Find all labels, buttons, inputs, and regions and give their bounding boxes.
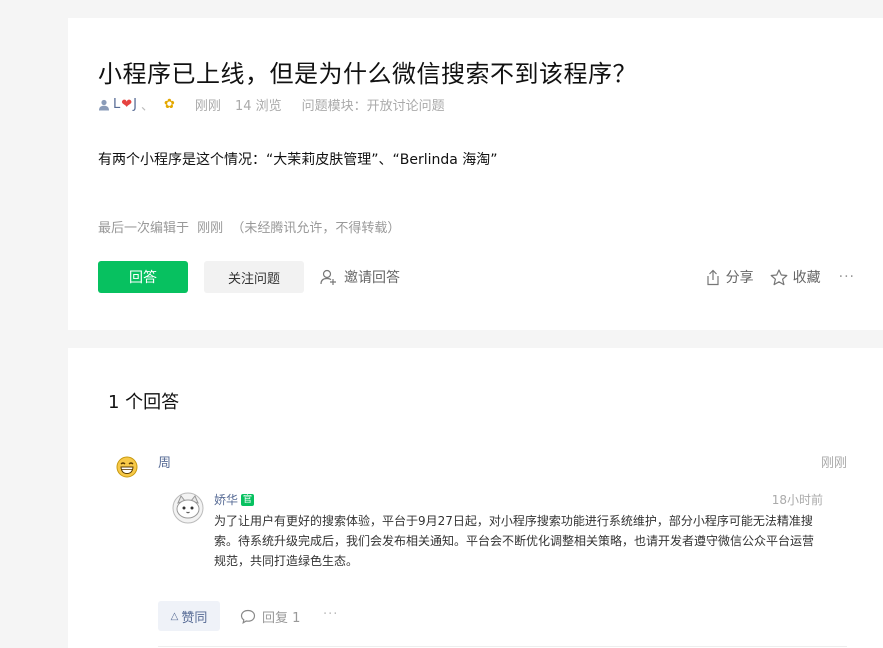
- question-views: 14 浏览: [234, 99, 282, 114]
- edit-note-time: 刚刚: [197, 221, 224, 236]
- edit-note-suffix: （未经腾讯允许，不得转载）: [231, 221, 401, 236]
- cat-avatar[interactable]: [172, 492, 204, 524]
- heart-icon: ❤: [121, 97, 133, 112]
- reply-author-name: 娇华: [214, 493, 239, 507]
- flower-avatar-icon: ✿: [164, 97, 175, 112]
- question-body: 有两个小程序是这个情况：“大茉莉皮肤管理”、“Berlinda 海淘”: [98, 152, 498, 168]
- triangle-up-icon: △: [170, 610, 179, 622]
- user-icon: [99, 99, 109, 110]
- reply-label: 回复 1: [262, 611, 301, 626]
- divider: [158, 646, 847, 647]
- answer-time: 刚刚: [820, 456, 847, 471]
- edit-note: 最后一次编辑于 刚刚 （未经腾讯允许，不得转载）: [98, 217, 400, 236]
- reply-text: 为了让用户有更好的搜索体验，平台于9月27日起，对小程序搜索功能进行系统维护，部…: [214, 514, 815, 568]
- module-value[interactable]: 开放讨论问题: [367, 95, 445, 114]
- answer-author[interactable]: 周: [158, 452, 171, 471]
- invite-answer-label: 邀请回答: [344, 270, 400, 286]
- favorite-button[interactable]: 收藏: [770, 267, 821, 287]
- answer-more-button[interactable]: ···: [323, 607, 338, 622]
- question-title: 小程序已上线，但是为什么微信搜索不到该程序？: [98, 60, 637, 88]
- edit-note-prefix: 最后一次编辑于: [98, 221, 190, 236]
- follow-question-button[interactable]: 关注问题: [204, 261, 304, 293]
- share-label: 分享: [725, 270, 754, 286]
- like-button[interactable]: △ 赞同: [158, 601, 220, 631]
- author-name-prefix: L: [113, 97, 121, 112]
- reply-button[interactable]: 回复 1: [240, 607, 300, 626]
- question-time: 刚刚: [194, 99, 221, 114]
- question-authors[interactable]: L ❤ J 、 ✿: [98, 95, 175, 114]
- answer-count: 1 个回答: [108, 392, 180, 413]
- share-icon: [707, 269, 719, 285]
- reply-author[interactable]: 娇华 官: [214, 491, 255, 508]
- author-name-suffix: J: [133, 97, 137, 112]
- star-icon: [770, 268, 788, 285]
- more-options-button[interactable]: ···: [839, 269, 855, 285]
- laughing-emoji-avatar[interactable]: [116, 456, 138, 478]
- add-user-icon: [320, 269, 336, 285]
- answers-card: 1 个回答 周 刚刚 娇华 官 18小时前 为了让用户有更好的搜索体验，平台于9…: [68, 348, 883, 648]
- favorite-label: 收藏: [792, 270, 821, 286]
- invite-answer-button[interactable]: 邀请回答: [320, 267, 400, 287]
- author-separator: 、: [141, 99, 155, 114]
- question-actions: 分享 收藏 ···: [689, 267, 855, 287]
- like-label: 赞同: [181, 610, 208, 626]
- share-button[interactable]: 分享: [705, 267, 754, 287]
- question-card: 小程序已上线，但是为什么微信搜索不到该程序？ L ❤ J 、 ✿ 刚刚 14 浏…: [68, 18, 883, 330]
- reply-time: 18小时前: [771, 493, 823, 507]
- question-meta: L ❤ J 、 ✿ 刚刚 14 浏览 问题模块： 开放讨论问题: [98, 95, 445, 114]
- comment-icon: [240, 609, 256, 624]
- module-label: 问题模块：: [301, 99, 367, 114]
- answer-button[interactable]: 回答: [98, 261, 188, 293]
- official-badge: 官: [241, 493, 255, 506]
